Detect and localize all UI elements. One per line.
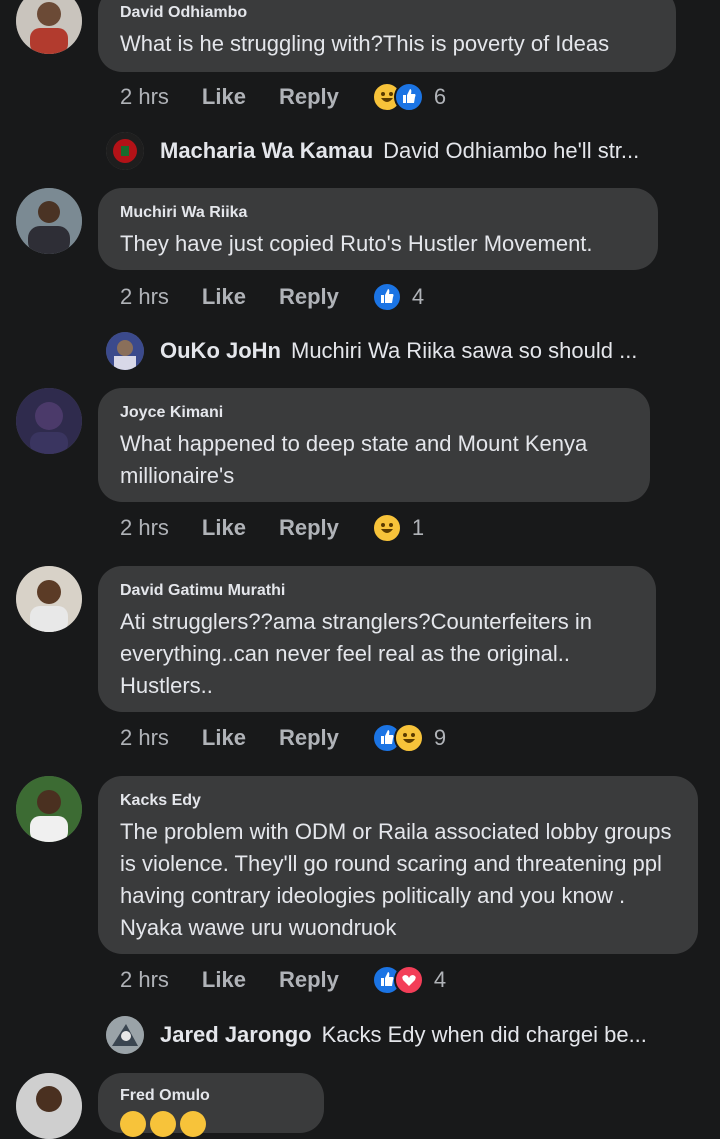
reaction-count[interactable]: 9: [434, 725, 446, 751]
like-reaction-icon: [393, 82, 424, 112]
reaction-icons[interactable]: [371, 965, 424, 995]
reply-snippet: Kacks Edy when did chargei be...: [321, 1022, 647, 1047]
love-reaction-icon: [393, 965, 424, 995]
comment-actions: 2 hrs Like Reply 1: [120, 513, 424, 543]
reply-snippet: Muchiri Wa Riika sawa so should ...: [291, 338, 638, 363]
avatar[interactable]: [16, 188, 82, 254]
haha-reaction-icon: [393, 723, 424, 753]
comment-actions: 2 hrs Like Reply 4: [120, 282, 424, 312]
like-button[interactable]: Like: [202, 967, 246, 993]
reply-avatar: [106, 332, 144, 370]
like-button[interactable]: Like: [202, 84, 246, 110]
reply-avatar: [106, 132, 144, 170]
comment-author[interactable]: Fred Omulo: [120, 1087, 302, 1105]
comment-text: Ati strugglers??ama stranglers?Counterfe…: [120, 609, 593, 698]
reaction-icons[interactable]: [371, 82, 424, 112]
like-reaction-icon: [371, 282, 402, 312]
avatar[interactable]: [16, 1073, 82, 1139]
reply-snippet: David Odhiambo he'll str...: [383, 138, 640, 163]
reaction-icons[interactable]: [371, 282, 402, 312]
comment-bubble: David Odhiambo What is he struggling wit…: [98, 0, 676, 72]
comment-bubble: Fred Omulo: [98, 1073, 324, 1137]
reply-avatar: [106, 1016, 144, 1054]
comment-time[interactable]: 2 hrs: [120, 515, 169, 541]
comment-bubble: Muchiri Wa Riika They have just copied R…: [98, 188, 658, 270]
like-button[interactable]: Like: [202, 725, 246, 751]
avatar[interactable]: [16, 0, 82, 54]
haha-reaction-icon: [371, 513, 402, 543]
reaction-count[interactable]: 6: [434, 84, 446, 110]
reply-author[interactable]: Jared Jarongo: [160, 1022, 312, 1048]
comment-bubble: David Gatimu Murathi Ati strugglers??ama…: [98, 566, 656, 712]
reaction-count[interactable]: 4: [412, 284, 424, 310]
comment-text: What happened to deep state and Mount Ke…: [120, 431, 588, 488]
reaction-icons[interactable]: [371, 513, 402, 543]
comment-author[interactable]: Joyce Kimani: [120, 404, 628, 422]
reply-button[interactable]: Reply: [279, 967, 339, 993]
reply-author[interactable]: OuKo JoHn: [160, 338, 281, 364]
reply-button[interactable]: Reply: [279, 725, 339, 751]
comment-text: What is he struggling with?This is pover…: [120, 31, 610, 56]
comment-author[interactable]: Muchiri Wa Riika: [120, 204, 636, 222]
like-button[interactable]: Like: [202, 515, 246, 541]
comment-text: The problem with ODM or Raila associated…: [120, 819, 672, 940]
avatar[interactable]: [16, 388, 82, 454]
comment-author[interactable]: David Odhiambo: [120, 4, 654, 22]
comment-actions: 2 hrs Like Reply 9: [120, 723, 446, 753]
comment-bubble: Joyce Kimani What happened to deep state…: [98, 388, 650, 502]
comment-time[interactable]: 2 hrs: [120, 967, 169, 993]
comment-actions: 2 hrs Like Reply 6: [120, 82, 446, 112]
reply-author[interactable]: Macharia Wa Kamau: [160, 138, 373, 164]
avatar[interactable]: [16, 776, 82, 842]
comment-time[interactable]: 2 hrs: [120, 284, 169, 310]
avatar[interactable]: [16, 566, 82, 632]
reply-button[interactable]: Reply: [279, 284, 339, 310]
reaction-icons[interactable]: [371, 723, 424, 753]
reply-preview[interactable]: Macharia Wa Kamau David Odhiambo he'll s…: [106, 131, 706, 171]
reaction-count[interactable]: 1: [412, 515, 424, 541]
comment-time[interactable]: 2 hrs: [120, 725, 169, 751]
reply-preview[interactable]: OuKo JoHn Muchiri Wa Riika sawa so shoul…: [106, 331, 706, 371]
reply-preview[interactable]: Jared Jarongo Kacks Edy when did chargei…: [106, 1015, 706, 1055]
like-button[interactable]: Like: [202, 284, 246, 310]
comment-time[interactable]: 2 hrs: [120, 84, 169, 110]
comment-actions: 2 hrs Like Reply 4: [120, 965, 446, 995]
reply-button[interactable]: Reply: [279, 515, 339, 541]
comment-bubble: Kacks Edy The problem with ODM or Raila …: [98, 776, 698, 954]
comment-author[interactable]: Kacks Edy: [120, 792, 676, 810]
comment-text: They have just copied Ruto's Hustler Mov…: [120, 231, 593, 256]
reaction-count[interactable]: 4: [434, 967, 446, 993]
comment-author[interactable]: David Gatimu Murathi: [120, 582, 634, 600]
reply-button[interactable]: Reply: [279, 84, 339, 110]
